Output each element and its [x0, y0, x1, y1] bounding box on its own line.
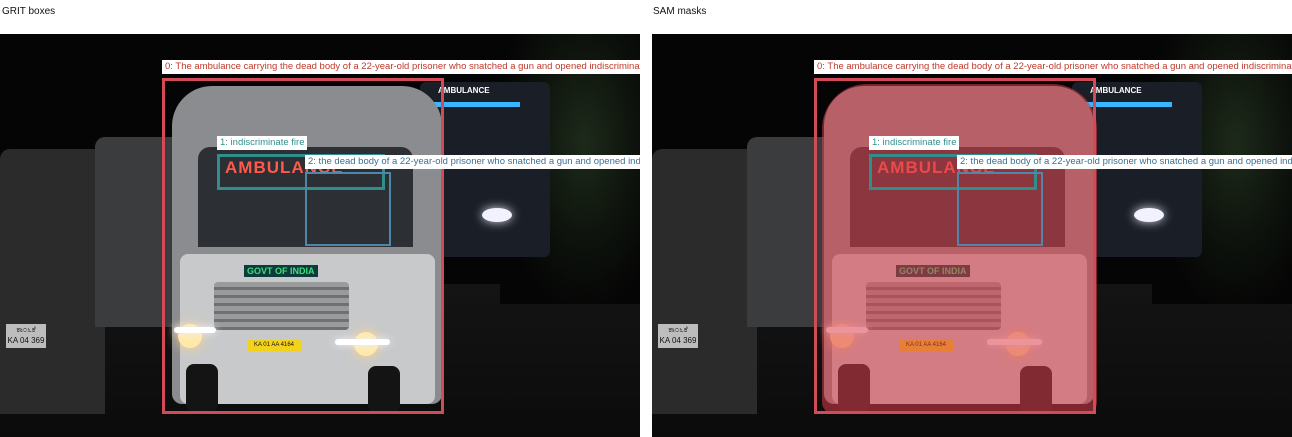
left-plate-line2: KA 04 369	[659, 336, 697, 345]
left-plate: ಕಾ೦೬ಕೆ KA 04 369	[6, 324, 46, 348]
bus-headlight	[482, 208, 512, 222]
bus-sign: AMBULANCE	[438, 86, 490, 95]
annotation-label-1: 1: indiscriminate fire	[869, 136, 960, 150]
left-plate-line2: KA 04 369	[7, 336, 45, 345]
annotation-box-0	[814, 78, 1096, 414]
annotation-box-2	[305, 172, 391, 246]
annotation-label-2: 2: the dead body of a 22-year-old prison…	[957, 155, 1292, 169]
annotation-box-0	[162, 78, 444, 414]
annotation-label-0: 0: The ambulance carrying the dead body …	[814, 60, 1292, 74]
sam-panel: AMBULANCE ಕಾ೦೬ಕೆ KA 04 369 AMBULANCE GOV…	[652, 34, 1292, 437]
bus-sign: AMBULANCE	[1090, 86, 1142, 95]
annotation-label-0: 0: The ambulance carrying the dead body …	[162, 60, 640, 74]
annotation-box-2	[957, 172, 1043, 246]
panel-title-grit: GRIT boxes	[2, 6, 56, 17]
panel-title-sam: SAM masks	[653, 6, 707, 17]
grit-panel: AMBULANCE ಕಾ೦೬ಕೆ KA 04 369 AMBULANCE GOV…	[0, 34, 640, 437]
annotation-label-1: 1: indiscriminate fire	[217, 136, 308, 150]
left-plate-line1: ಕಾ೦೬ಕೆ	[668, 325, 688, 334]
left-plate: ಕಾ೦೬ಕೆ KA 04 369	[658, 324, 698, 348]
annotation-label-2: 2: the dead body of a 22-year-old prison…	[305, 155, 640, 169]
left-vehicle	[0, 149, 105, 414]
left-plate-line1: ಕಾ೦೬ಕೆ	[16, 325, 36, 334]
bus-headlight	[1134, 208, 1164, 222]
left-vehicle	[652, 149, 757, 414]
